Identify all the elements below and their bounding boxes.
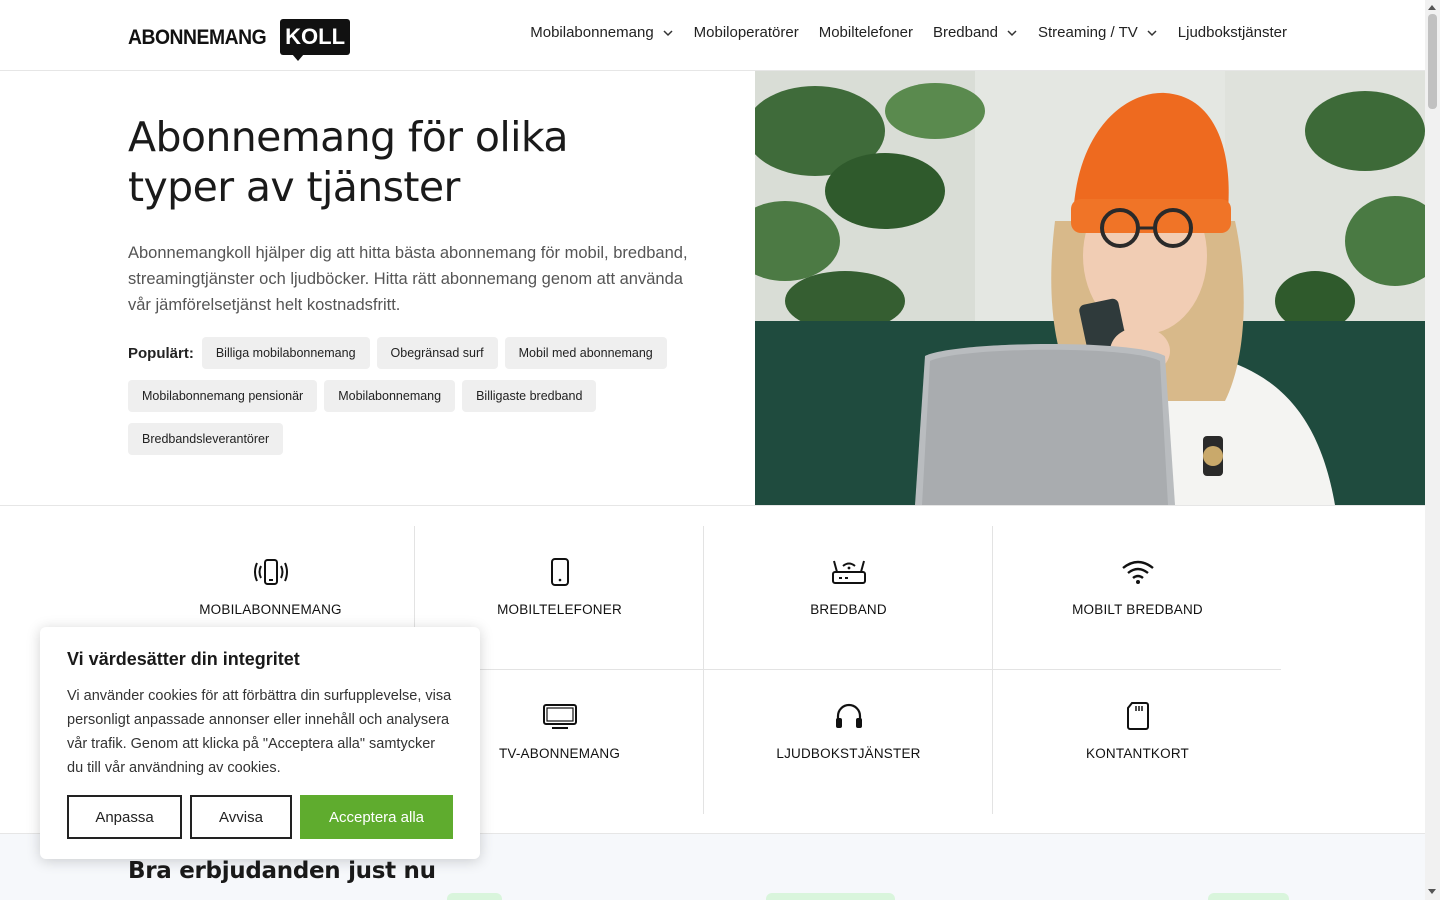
hero-image	[755, 71, 1425, 505]
hero-content: Abonnemang för olika typer av tjänster A…	[128, 112, 708, 318]
nav-label: Ljudbokstjänster	[1177, 24, 1287, 41]
chevron-down-icon	[1147, 29, 1157, 36]
nav-mobiloperatorer[interactable]: Mobiloperatörer	[694, 24, 799, 41]
scroll-up-arrow[interactable]	[1428, 5, 1436, 10]
chevron-down-icon	[1007, 29, 1017, 36]
scroll-down-arrow[interactable]	[1428, 889, 1436, 894]
chip-obegransad-surf[interactable]: Obegränsad surf	[376, 337, 498, 369]
category-label: KONTANTKORT	[1086, 746, 1189, 761]
nav-label: Bredband	[932, 24, 998, 41]
offer-badge	[1208, 893, 1289, 900]
headphones-icon	[831, 700, 867, 732]
cookie-consent-dialog: Vi värdesätter din integritet Vi använde…	[40, 627, 480, 859]
nav-label: Mobiloperatörer	[693, 24, 799, 41]
category-label: MOBILTELEFONER	[497, 602, 622, 617]
tv-icon	[542, 700, 578, 732]
scroll-thumb[interactable]	[1428, 14, 1437, 109]
chip-bredbandsleverantorer[interactable]: Bredbandsleverantörer	[128, 423, 284, 455]
category-bredband[interactable]: BREDBAND	[704, 526, 993, 670]
popular-label: Populärt:	[128, 344, 194, 362]
category-label: MOBILT BREDBAND	[1072, 602, 1203, 617]
accept-all-button[interactable]: Acceptera alla	[300, 795, 453, 839]
nav-label: Streaming / TV	[1038, 24, 1138, 41]
page-scrollbar[interactable]	[1425, 0, 1440, 900]
popular-chips: Populärt: Billiga mobilabonnemang Obegrä…	[128, 337, 698, 455]
site-header: ABONNEMANG KOLL Mobilabonnemang Mobilope…	[0, 0, 1425, 71]
nav-mobilabonnemang[interactable]: Mobilabonnemang	[530, 24, 673, 41]
hero-divider	[0, 505, 1425, 506]
category-ljudbokstjanster[interactable]: LJUDBOKSTJÄNSTER	[704, 670, 993, 814]
reject-button[interactable]: Avvisa	[190, 795, 292, 839]
chip-mobilabonnemang-pensionar[interactable]: Mobilabonnemang pensionär	[128, 380, 318, 412]
hero-photo-illustration	[755, 71, 1425, 505]
cookie-text: Vi använder cookies för att förbättra di…	[67, 688, 452, 776]
offer-badge	[766, 893, 895, 900]
nav-label: Mobiltelefoner	[818, 24, 913, 41]
cookie-title: Vi värdesätter din integritet	[67, 649, 300, 669]
nav-streaming-tv[interactable]: Streaming / TV	[1038, 24, 1158, 41]
hero-description: Abonnemangkoll hjälper dig att hitta bäs…	[128, 244, 688, 314]
site-logo[interactable]: ABONNEMANG KOLL	[128, 18, 351, 61]
category-label: BREDBAND	[810, 602, 887, 617]
logo-box: KOLL	[280, 19, 351, 61]
chevron-down-icon	[663, 29, 673, 36]
vibrating-phone-icon	[253, 556, 289, 588]
customize-button[interactable]: Anpassa	[67, 795, 182, 839]
chip-billigaste-bredband[interactable]: Billigaste bredband	[462, 380, 597, 412]
sim-card-icon	[1120, 700, 1156, 732]
nav-ljudbokstjanster[interactable]: Ljudbokstjänster	[1178, 24, 1287, 41]
offers-title: Bra erbjudanden just nu	[128, 858, 436, 884]
logo-word: ABONNEMANG	[128, 26, 267, 49]
cookie-buttons: Anpassa Avvisa Acceptera alla	[67, 795, 453, 839]
offer-badge	[447, 893, 502, 900]
smartphone-icon	[542, 556, 578, 588]
chip-mobil-med-abonnemang[interactable]: Mobil med abonnemang	[504, 337, 667, 369]
hero-title: Abonnemang för olika typer av tjänster	[128, 113, 568, 211]
wifi-icon	[1120, 556, 1156, 588]
router-icon	[831, 556, 867, 588]
category-label: LJUDBOKSTJÄNSTER	[776, 746, 921, 761]
main-nav: Mobilabonnemang Mobiloperatörer Mobiltel…	[530, 24, 1287, 41]
nav-mobiltelefoner[interactable]: Mobiltelefoner	[819, 24, 913, 41]
nav-bredband[interactable]: Bredband	[933, 24, 1018, 41]
category-mobilt-bredband[interactable]: MOBILT BREDBAND	[993, 526, 1282, 670]
category-label: TV-ABONNEMANG	[498, 746, 621, 761]
category-kontantkort[interactable]: KONTANTKORT	[993, 670, 1282, 814]
chip-mobilabonnemang[interactable]: Mobilabonnemang	[324, 380, 456, 412]
chip-billiga-mobilabonnemang[interactable]: Billiga mobilabonnemang	[201, 337, 370, 369]
nav-label: Mobilabonnemang	[530, 24, 654, 41]
category-label: MOBILABONNEMANG	[199, 602, 342, 617]
